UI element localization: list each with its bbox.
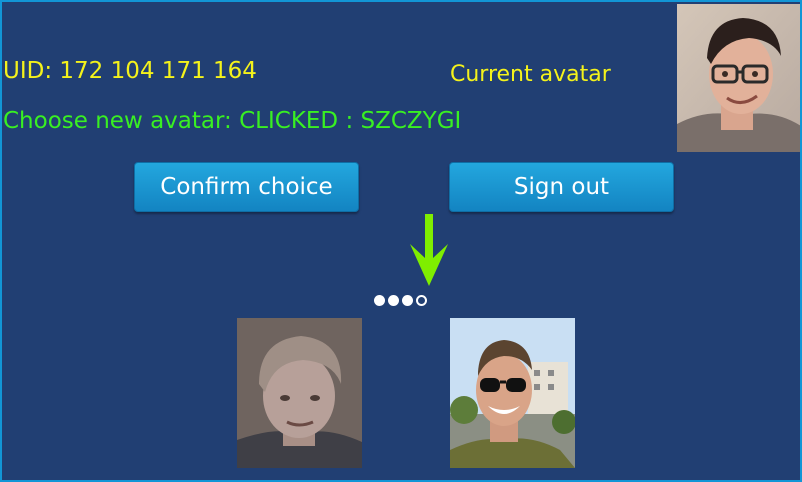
current-avatar-image <box>677 4 800 152</box>
page-dot[interactable] <box>388 295 399 306</box>
sign-out-button[interactable]: Sign out <box>449 162 674 212</box>
page-dot[interactable] <box>374 295 385 306</box>
page-dot[interactable] <box>402 295 413 306</box>
current-avatar-label: Current avatar <box>450 62 611 87</box>
avatar-screen: UID: 172 104 171 164 Choose new avatar: … <box>0 0 802 482</box>
confirm-choice-button[interactable]: Confirm choice <box>134 162 359 212</box>
uid-label: UID: 172 104 171 164 <box>3 58 257 84</box>
avatar-option[interactable] <box>237 318 362 468</box>
down-arrow-icon <box>408 214 450 286</box>
avatar-option[interactable] <box>450 318 575 468</box>
page-dot-active[interactable] <box>416 295 427 306</box>
choose-avatar-status: Choose new avatar: CLICKED : SZCZYGI <box>3 108 462 134</box>
carousel-pagination <box>374 295 427 306</box>
